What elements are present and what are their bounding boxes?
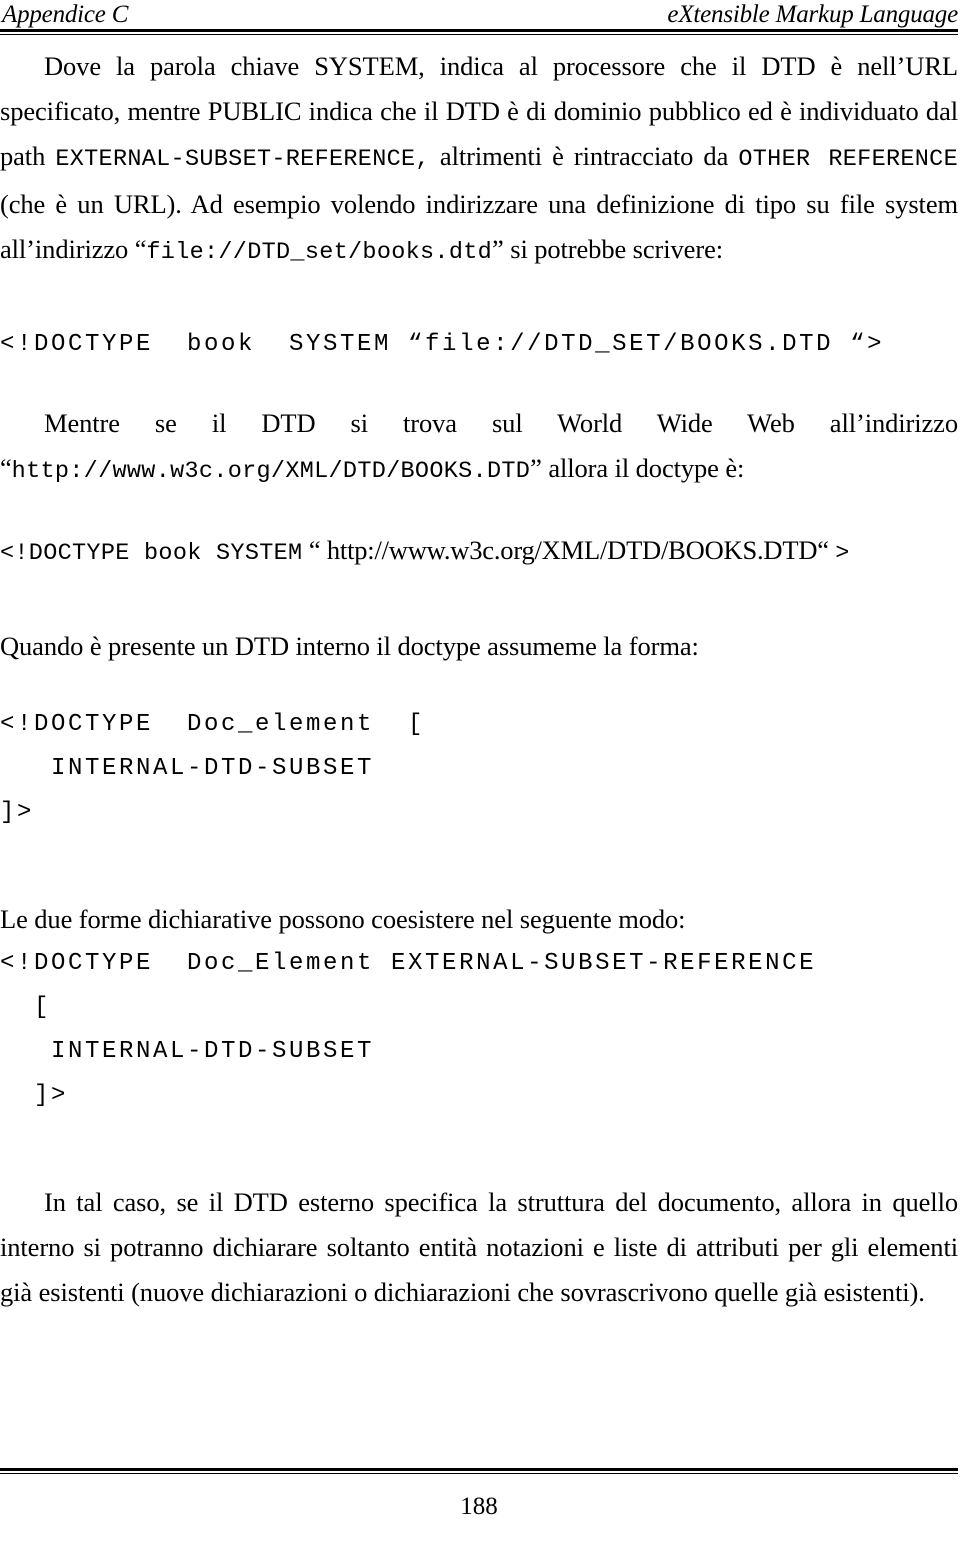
code-block-doctype-http: <!DOCTYPE book SYSTEM “ http://www.w3c.o…: [0, 528, 958, 576]
code-mono-prefix: <!DOCTYPE book SYSTEM: [0, 540, 303, 567]
code-block-doctype-file: <!DOCTYPE book SYSTEM “file://DTD_SET/BO…: [0, 331, 885, 358]
document-page: Appendice C eXtensible Markup Language D…: [0, 0, 960, 1550]
code-serif-url: “ http://www.w3c.org/XML/DTD/BOOKS.DTD“: [302, 535, 836, 565]
code-bracket-open-2: [: [0, 994, 52, 1021]
code-internal-dtd-subset-2: INTERNAL-DTD-SUBSET: [0, 1038, 375, 1065]
para1-segment-2: altrimenti è rintracciato da: [429, 141, 739, 171]
paragraph-external-dtd-note: In tal caso, se il DTD esterno specifica…: [0, 1187, 958, 1307]
code-bracket-close-1: ]>: [0, 799, 35, 826]
paragraph-system-public: Dove la parola chiave SYSTEM, indica al …: [0, 44, 958, 275]
header-left-text: Appendice C: [2, 1, 129, 28]
para1-segment-4: ” si potrebbe scrivere:: [492, 234, 723, 264]
code-internal-dtd-subset-1: INTERNAL-DTD-SUBSET: [0, 755, 375, 782]
paragraph-www-address: Mentre se il DTD si trova sul World Wide…: [0, 401, 958, 494]
code-mono-suffix: >: [835, 540, 850, 567]
page-number: 188: [460, 1493, 498, 1520]
code-http-w3c-books-dtd: http://www.w3c.org/XML/DTD/BOOKS.DTD: [11, 458, 531, 485]
page-body: Dove la parola chiave SYSTEM, indica al …: [0, 44, 958, 1315]
paragraph-both-forms: Le due forme dichiarative possono coesis…: [0, 904, 686, 934]
code-doctype-doc-element-open: <!DOCTYPE Doc_element [: [0, 711, 426, 738]
footer-divider-rule: [0, 1468, 958, 1474]
code-other-reference: OTHER REFERENCE: [738, 146, 958, 173]
running-header: Appendice C eXtensible Markup Language: [0, 0, 960, 32]
code-external-subset-reference: EXTERNAL-SUBSET-REFERENCE,: [55, 146, 430, 173]
code-doctype-doc-element-external: <!DOCTYPE Doc_Element EXTERNAL-SUBSET-RE…: [0, 950, 817, 977]
header-divider-rule: [0, 29, 958, 35]
para2-quote-open: “: [0, 453, 12, 483]
para2-segment-3: ” allora il doctype è:: [530, 453, 745, 483]
header-right-text: eXtensible Markup Language: [667, 1, 958, 28]
code-file-dtd-set-books: file://DTD_set/books.dtd: [146, 239, 493, 266]
para2-segment-1: Mentre se il DTD si trova sul World Wide…: [44, 408, 958, 438]
code-bracket-close-2: ]>: [0, 1082, 69, 1109]
paragraph-internal-dtd: Quando è presente un DTD interno il doct…: [0, 631, 699, 661]
page-footer: 188: [0, 1490, 958, 1524]
